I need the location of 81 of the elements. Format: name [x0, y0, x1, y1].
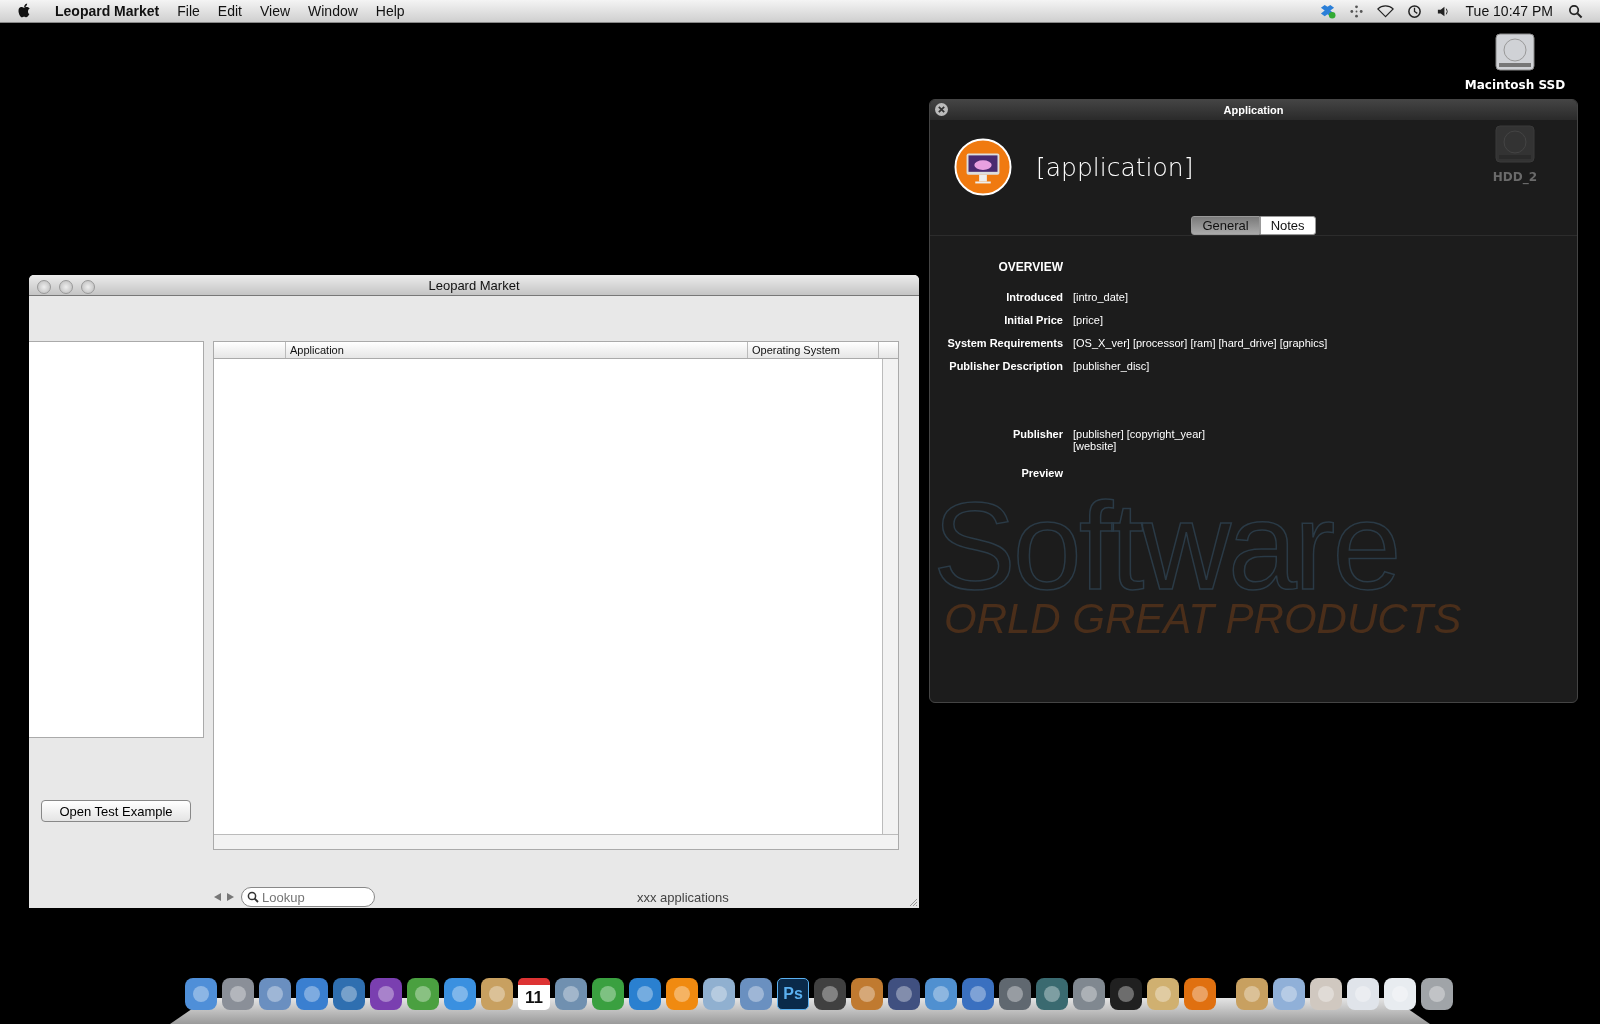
app-icon[interactable]: [1145, 976, 1181, 1012]
resize-grip-icon[interactable]: [908, 897, 918, 907]
field-label: Initial Price: [1003, 314, 1063, 328]
app-icon[interactable]: [479, 976, 515, 1012]
app-icon[interactable]: [405, 976, 441, 1012]
app-icon[interactable]: [368, 976, 404, 1012]
app-icon[interactable]: [812, 976, 848, 1012]
app-icon[interactable]: [923, 976, 959, 1012]
field-value: [publisher_disc]: [1073, 360, 1150, 374]
app-name: [application]: [1036, 152, 1194, 182]
clock-text[interactable]: Tue 10:47 PM: [1457, 3, 1561, 19]
field-value: [OS_X_ver] [processor] [ram] [hard_drive] [graphics]: [1073, 337, 1328, 351]
app-icon[interactable]: [1271, 976, 1307, 1012]
app-icon[interactable]: [664, 976, 700, 1012]
app-icon[interactable]: [1071, 976, 1107, 1012]
box-icon[interactable]: [1318, 3, 1336, 19]
app-icon[interactable]: [997, 976, 1033, 1012]
field-value: [intro_date]: [1073, 291, 1129, 305]
app-icon[interactable]: [331, 976, 367, 1012]
panel-title: Application: [1223, 104, 1284, 116]
search-input[interactable]: Lookup: [262, 889, 367, 905]
search-field[interactable]: Lookup: [241, 887, 375, 907]
app-icon[interactable]: [886, 976, 922, 1012]
tab[interactable]: Notes: [1259, 216, 1316, 235]
field-label: Preview: [1020, 467, 1063, 481]
dots-icon[interactable]: [1347, 3, 1365, 19]
field-label: Introduced: [1005, 291, 1063, 305]
field-value: [website]: [1073, 440, 1118, 452]
back-forward-icon[interactable]: [213, 892, 235, 902]
app-icon[interactable]: [1419, 976, 1455, 1012]
app-icon[interactable]: [1108, 976, 1144, 1012]
app-icon[interactable]: [1345, 976, 1381, 1012]
app-icon[interactable]: [627, 976, 663, 1012]
clock-icon[interactable]: [1405, 3, 1423, 19]
app-icon[interactable]: [960, 976, 996, 1012]
wifi-icon[interactable]: [1376, 3, 1394, 19]
app-icon[interactable]: [183, 976, 219, 1012]
app-icon[interactable]: [701, 976, 737, 1012]
close-icon[interactable]: [935, 103, 948, 116]
apple-icon[interactable]: [18, 3, 32, 19]
app-icon[interactable]: [738, 976, 774, 1012]
field-value: [price]: [1073, 314, 1103, 328]
search-icon: [247, 891, 259, 903]
hard-drive-icon[interactable]: [1493, 30, 1537, 74]
app-icon[interactable]: [590, 976, 626, 1012]
menu-item[interactable]: Help: [366, 3, 414, 19]
scroll-track[interactable]: [214, 834, 898, 849]
app-icon[interactable]: [257, 976, 293, 1012]
tab[interactable]: General: [1191, 216, 1260, 235]
field-label: Publisher: [1011, 428, 1063, 442]
field-label: Publisher Description: [948, 360, 1063, 374]
column-header[interactable]: Application: [286, 342, 748, 358]
monitor-icon: [954, 138, 1012, 196]
app-icon[interactable]: [1034, 976, 1070, 1012]
app-icon[interactable]: [1382, 976, 1418, 1012]
app-menu[interactable]: Leopard Market: [46, 3, 169, 19]
app-icon[interactable]: Ps: [777, 978, 809, 1010]
app-icon[interactable]: [294, 976, 330, 1012]
app-icon[interactable]: [1182, 976, 1218, 1012]
app-icon[interactable]: [1308, 976, 1344, 1012]
item-count: xxx applications: [637, 889, 729, 905]
app-icon[interactable]: [220, 976, 256, 1012]
open-example-button[interactable]: Open Test Example: [41, 800, 191, 822]
app-icon[interactable]: [553, 976, 589, 1012]
app-icon[interactable]: [849, 976, 885, 1012]
window-title: Leopard Market: [428, 277, 520, 293]
app-icon[interactable]: [442, 976, 478, 1012]
menu-item[interactable]: Edit: [208, 3, 251, 19]
section-heading: OVERVIEW: [997, 260, 1063, 274]
field-value: [publisher] [copyright_year]: [1073, 428, 1206, 440]
menu-item[interactable]: View: [250, 3, 300, 19]
field-label: System Requirements: [946, 337, 1063, 351]
app-icon[interactable]: [1234, 976, 1270, 1012]
drive-label: Macintosh SSD: [1464, 78, 1566, 92]
menu-item[interactable]: File: [168, 3, 209, 19]
calendar-icon[interactable]: 11: [518, 978, 550, 1010]
drive-label: HDD_2: [1492, 170, 1538, 184]
scroll-track[interactable]: [882, 359, 898, 834]
search-icon[interactable]: [1567, 3, 1584, 19]
menu-item[interactable]: Window: [299, 3, 367, 19]
column-header[interactable]: Operating System: [748, 342, 879, 358]
